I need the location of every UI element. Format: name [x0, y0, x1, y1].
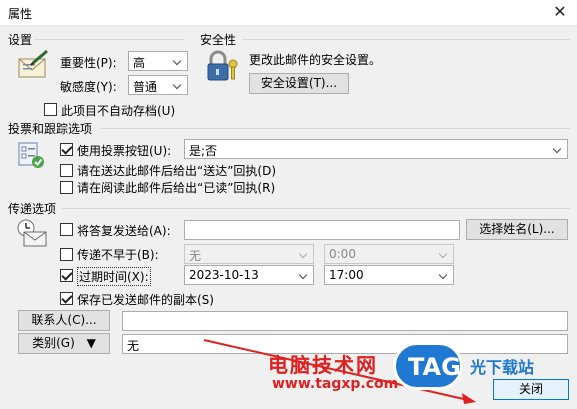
clock-envelope-icon [17, 219, 47, 247]
watermark-title: 电脑技术网 [268, 353, 378, 377]
select-names-button[interactable]: 选择姓名(L)... [466, 219, 568, 240]
window-title: 属性 [8, 7, 33, 21]
read-receipt-label: 请在阅读此邮件后给出“已读”回执(R) [77, 181, 276, 195]
lock-key-icon [207, 50, 238, 81]
expires-date-select[interactable]: 2023-10-13 [184, 265, 314, 285]
delivery-section-title: 传递选项 [8, 202, 57, 216]
reply-to-input[interactable] [184, 220, 460, 240]
no-autoarchive-label: 此项目不自动存档(U) [61, 104, 176, 118]
contacts-button[interactable]: 联系人(C)... [18, 310, 110, 331]
chevron-down-icon [438, 248, 450, 260]
delivery-receipt-checkbox[interactable] [60, 164, 73, 177]
title-bar: 属性 ✕ [0, 0, 577, 26]
do-not-deliver-time-select[interactable]: 0:00 [324, 244, 454, 264]
close-button[interactable]: 关闭 [493, 379, 569, 400]
read-receipt-checkbox[interactable] [60, 181, 73, 194]
expires-label: 过期时间(X): [77, 267, 151, 286]
triangle-down-icon: ▼ [86, 336, 96, 350]
watermark-logo-text: TAG [408, 353, 461, 381]
chevron-down-icon [172, 79, 184, 91]
do-not-deliver-time-value: 0:00 [329, 247, 356, 261]
voting-checklist-icon [18, 142, 44, 168]
do-not-deliver-checkbox[interactable] [60, 248, 73, 261]
watermark-logo: TAG [393, 342, 463, 390]
importance-select[interactable]: 高 [128, 51, 188, 71]
window-close-icon[interactable]: ✕ [549, 2, 571, 22]
watermark-site: 光下载站 [470, 358, 535, 377]
voting-buttons-select[interactable]: 是;否 [184, 139, 568, 159]
reply-to-label: 将答复发送给(A): [77, 224, 171, 238]
expires-date-value: 2023-10-13 [189, 268, 259, 282]
do-not-deliver-date-select[interactable]: 无 [184, 244, 314, 264]
voting-section-title: 投票和跟踪选项 [8, 122, 93, 136]
no-autoarchive-checkbox[interactable] [44, 103, 57, 116]
importance-label: 重要性(P): [60, 56, 117, 70]
security-description: 更改此邮件的安全设置。 [249, 53, 382, 67]
contacts-input[interactable] [122, 311, 568, 331]
security-settings-button[interactable]: 安全设置(T)... [249, 73, 349, 94]
do-not-deliver-date-value: 无 [189, 249, 202, 263]
chevron-down-icon [552, 143, 564, 155]
expires-checkbox[interactable] [60, 269, 73, 282]
reply-to-checkbox[interactable] [60, 223, 73, 236]
categories-button[interactable]: 类别(G) ▼ [18, 333, 110, 354]
use-voting-checkbox[interactable] [60, 143, 73, 156]
use-voting-label: 使用投票按钮(U): [77, 144, 172, 158]
categories-button-label: 类别(G) [32, 336, 75, 350]
chevron-down-icon [172, 55, 184, 67]
delivery-divider [62, 208, 570, 209]
settings-divider [34, 39, 184, 40]
envelope-pen-icon [18, 49, 48, 78]
expires-time-select[interactable]: 17:00 [324, 265, 454, 285]
sensitivity-label: 敏感度(Y): [60, 80, 117, 94]
watermark-url: www.tagxp.com [272, 376, 399, 392]
categories-value: 无 [127, 339, 140, 353]
sensitivity-value: 普通 [133, 80, 158, 94]
settings-section-title: 设置 [8, 33, 33, 47]
voting-divider [100, 128, 570, 129]
chevron-down-icon [298, 248, 310, 260]
security-divider [242, 39, 570, 40]
importance-value: 高 [133, 56, 146, 70]
save-copy-checkbox[interactable] [60, 292, 73, 305]
security-section-title: 安全性 [200, 33, 237, 47]
voting-buttons-value: 是;否 [189, 144, 218, 158]
do-not-deliver-label: 传递不早于(B): [77, 248, 159, 262]
chevron-down-icon [298, 269, 310, 281]
chevron-down-icon [438, 269, 450, 281]
delivery-receipt-label: 请在送达此邮件后给出“送达”回执(D) [77, 164, 277, 178]
save-copy-label: 保存已发送邮件的副本(S) [77, 293, 214, 307]
sensitivity-select[interactable]: 普通 [128, 75, 188, 95]
expires-time-value: 17:00 [329, 268, 364, 282]
